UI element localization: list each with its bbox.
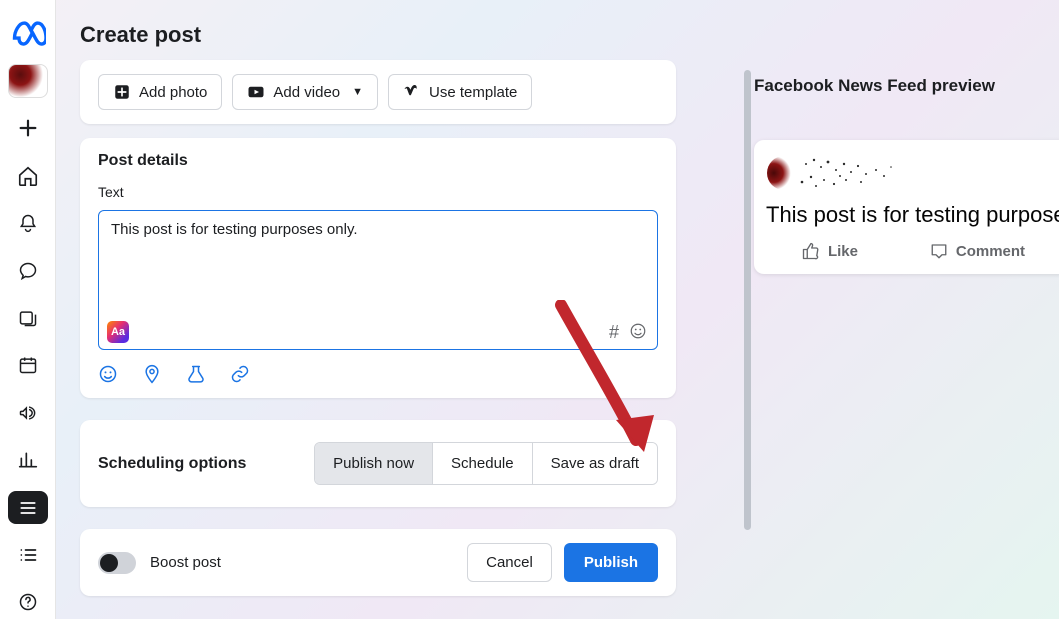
- publish-button[interactable]: Publish: [564, 543, 658, 582]
- add-video-button[interactable]: Add video ▼: [232, 74, 378, 110]
- left-navigation-rail: [0, 0, 56, 619]
- add-photo-button[interactable]: Add photo: [98, 74, 222, 110]
- scrollbar-thumb[interactable]: [744, 70, 751, 530]
- add-photo-label: Add photo: [139, 84, 207, 101]
- preview-like-button[interactable]: Like: [802, 242, 858, 260]
- media-card: Add photo Add video ▼ Use template: [80, 60, 676, 124]
- preview-title: Facebook News Feed preview: [754, 76, 995, 96]
- preview-comment-label: Comment: [956, 243, 1025, 260]
- page-avatar[interactable]: [8, 64, 48, 98]
- save-as-draft-option[interactable]: Save as draft: [532, 443, 657, 484]
- notifications-icon[interactable]: [8, 207, 48, 240]
- ads-icon[interactable]: [8, 396, 48, 429]
- publish-now-option[interactable]: Publish now: [315, 443, 432, 484]
- preview-page-avatar: [766, 152, 906, 194]
- content-icon[interactable]: [8, 301, 48, 334]
- post-text-wrapper: Aa #: [98, 210, 658, 350]
- text-field-label: Text: [98, 184, 658, 200]
- preview-comment-button[interactable]: Comment: [930, 242, 1025, 260]
- boost-post-toggle[interactable]: [98, 552, 136, 574]
- meta-logo[interactable]: [10, 14, 46, 50]
- post-text-input[interactable]: [111, 221, 645, 316]
- scheduling-card: Scheduling options Publish now Schedule …: [80, 420, 676, 507]
- inbox-icon[interactable]: [8, 254, 48, 287]
- scheduling-title: Scheduling options: [98, 455, 246, 473]
- boost-post-label: Boost post: [150, 554, 221, 571]
- cancel-button[interactable]: Cancel: [467, 543, 552, 582]
- create-icon[interactable]: [8, 112, 48, 145]
- footer-card: Boost post Cancel Publish: [80, 529, 676, 596]
- feeling-icon[interactable]: [98, 364, 118, 384]
- todo-icon[interactable]: [8, 538, 48, 571]
- ab-test-icon[interactable]: [186, 364, 206, 384]
- use-template-button[interactable]: Use template: [388, 74, 532, 110]
- emoji-picker-icon[interactable]: [629, 322, 647, 343]
- vimeo-icon: [403, 83, 421, 101]
- post-details-title: Post details: [98, 152, 658, 170]
- all-tools-icon[interactable]: [8, 491, 48, 524]
- preview-card: This post is for testing purposes o Like…: [754, 140, 1059, 274]
- home-icon[interactable]: [8, 159, 48, 192]
- insights-icon[interactable]: [8, 443, 48, 476]
- use-template-label: Use template: [429, 84, 517, 101]
- chevron-down-icon: ▼: [352, 86, 363, 98]
- preview-like-label: Like: [828, 243, 858, 260]
- page-title: Create post: [80, 22, 201, 48]
- video-icon: [247, 83, 265, 101]
- add-video-label: Add video: [273, 84, 340, 101]
- hashtag-icon[interactable]: #: [609, 322, 619, 343]
- photo-icon: [113, 83, 131, 101]
- planner-icon[interactable]: [8, 349, 48, 382]
- link-icon[interactable]: [230, 364, 250, 384]
- main-area: Create post Add photo Add video ▼: [56, 0, 1059, 619]
- text-background-icon[interactable]: Aa: [107, 321, 129, 343]
- help-icon[interactable]: [8, 586, 48, 619]
- post-details-card: Post details Text Aa #: [80, 138, 676, 398]
- preview-post-text: This post is for testing purposes o: [766, 202, 1059, 228]
- schedule-option[interactable]: Schedule: [432, 443, 532, 484]
- location-icon[interactable]: [142, 364, 162, 384]
- scheduling-segmented-control: Publish now Schedule Save as draft: [314, 442, 658, 485]
